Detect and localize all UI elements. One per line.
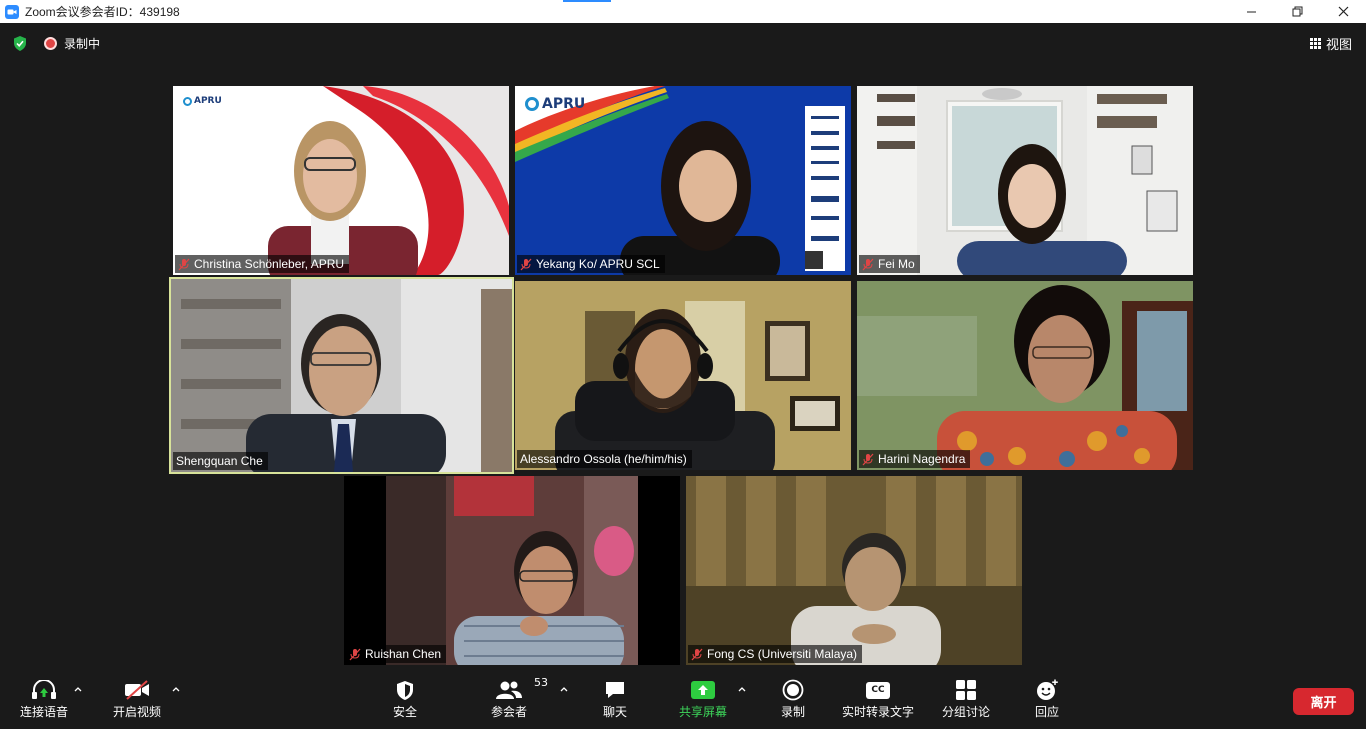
- video-options-chevron-up-icon[interactable]: [172, 685, 180, 693]
- window-title: Zoom会议参会者ID：439198: [25, 5, 180, 19]
- recording-label: 录制中: [64, 37, 101, 51]
- titlebar-accent: [563, 0, 611, 2]
- video-tile-ruishan-chen[interactable]: Ruishan Chen: [344, 476, 680, 665]
- security-button[interactable]: 安全: [393, 679, 417, 720]
- participant-nameplate: Ruishan Chen: [346, 645, 447, 663]
- share-options-chevron-up-icon[interactable]: [738, 685, 746, 693]
- participant-nameplate: Fong CS (Universiti Malaya): [688, 645, 863, 663]
- breakout-rooms-label: 分组讨论: [942, 705, 991, 719]
- reactions-button[interactable]: 回应: [1035, 679, 1059, 720]
- breakout-rooms-icon: [956, 680, 976, 700]
- participant-nameplate: Alessandro Ossola (he/him/his): [517, 450, 692, 468]
- participant-nameplate: Shengquan Che: [173, 452, 268, 470]
- closed-captions-icon: CC: [866, 681, 890, 699]
- zoom-app-icon: [5, 4, 19, 19]
- mic-muted-icon: [691, 648, 703, 660]
- video-off-icon: [125, 680, 149, 700]
- share-screen-icon: [691, 681, 715, 699]
- participants-label: 参会者: [491, 705, 528, 719]
- minimize-button[interactable]: [1228, 0, 1274, 23]
- video-tile-yekang[interactable]: APRU Yekang Ko/ APRU SCL: [515, 86, 851, 275]
- apru-logo-text: APRU: [194, 96, 222, 106]
- view-button[interactable]: 视图: [1309, 34, 1352, 53]
- participant-nameplate: Christina Schönleber, APRU: [175, 255, 350, 273]
- video-tile-shengquan-che[interactable]: Shengquan Che: [169, 277, 514, 474]
- record-icon: [782, 679, 804, 701]
- participant-name: Harini Nagendra: [878, 452, 966, 466]
- chat-button[interactable]: 聊天: [603, 679, 627, 720]
- participant-name: Fei Mo: [878, 257, 915, 271]
- video-tile-alessandro-ossola[interactable]: Alessandro Ossola (he/him/his): [515, 281, 851, 470]
- participant-name: Shengquan Che: [176, 454, 263, 468]
- video-feed: [686, 476, 1022, 665]
- view-label: 视图: [1325, 38, 1352, 53]
- video-tile-fong-cs[interactable]: Fong CS (Universiti Malaya): [686, 476, 1022, 665]
- video-tile-harini-nagendra[interactable]: Harini Nagendra: [857, 281, 1193, 470]
- meeting-topbar: 录制中 视图: [0, 23, 1366, 63]
- participants-button[interactable]: 53 参会者: [491, 676, 548, 720]
- apru-logo: APRU: [183, 96, 222, 106]
- participant-nameplate: Fei Mo: [859, 255, 920, 273]
- reactions-label: 回应: [1035, 705, 1060, 719]
- participant-nameplate: Yekang Ko/ APRU SCL: [517, 255, 665, 273]
- participant-nameplate: Harini Nagendra: [859, 450, 971, 468]
- mic-muted-icon: [520, 258, 532, 270]
- video-tile-fei-mo[interactable]: Fei Mo: [857, 86, 1193, 275]
- join-audio-label: 连接语音: [20, 705, 69, 719]
- video-feed: [515, 281, 851, 470]
- record-button[interactable]: 录制: [781, 679, 805, 720]
- grid-view-icon: [1309, 38, 1321, 49]
- shield-icon: [397, 680, 413, 700]
- chat-label: 聊天: [603, 705, 628, 719]
- video-feed: www.apru.org: [173, 86, 509, 275]
- participants-options-chevron-up-icon[interactable]: [560, 685, 568, 693]
- mic-muted-icon: [862, 453, 874, 465]
- start-video-label: 开启视频: [113, 705, 162, 719]
- live-transcript-button[interactable]: CC 实时转录文字: [842, 679, 914, 720]
- recording-dot-icon: [44, 37, 57, 50]
- headphones-icon: [32, 680, 56, 699]
- live-transcript-label: 实时转录文字: [842, 705, 915, 719]
- breakout-rooms-button[interactable]: 分组讨论: [942, 679, 990, 720]
- participants-count: 53: [534, 676, 548, 689]
- window-titlebar: Zoom会议参会者ID：439198: [0, 0, 1366, 23]
- video-feed: [857, 281, 1193, 470]
- share-screen-button[interactable]: 共享屏幕: [679, 679, 727, 720]
- emoji-reaction-icon: [1037, 679, 1058, 700]
- video-feed: [344, 476, 680, 665]
- video-feed: [515, 86, 851, 275]
- mic-muted-icon: [862, 258, 874, 270]
- video-tile-christina[interactable]: www.apru.org APRU Christina Schönleber, …: [173, 86, 509, 275]
- apru-logo: APRU: [525, 96, 585, 112]
- mic-muted-icon: [349, 648, 361, 660]
- close-button[interactable]: [1320, 0, 1366, 23]
- leave-meeting-button[interactable]: 离开: [1293, 688, 1354, 715]
- join-audio-button[interactable]: 连接语音: [20, 679, 68, 720]
- recording-indicator[interactable]: 录制中: [44, 35, 100, 52]
- mic-muted-icon: [178, 258, 190, 270]
- participant-name: Yekang Ko/ APRU SCL: [536, 257, 660, 271]
- security-label: 安全: [393, 705, 418, 719]
- restore-button[interactable]: [1274, 0, 1320, 23]
- chat-bubble-icon: [606, 682, 624, 698]
- share-screen-label: 共享屏幕: [679, 705, 728, 719]
- record-label: 录制: [781, 705, 806, 719]
- audio-options-chevron-up-icon[interactable]: [74, 685, 82, 693]
- participant-name: Ruishan Chen: [365, 647, 442, 661]
- video-feed: [171, 279, 512, 472]
- participants-icon: [496, 681, 522, 699]
- participant-name: Alessandro Ossola (he/him/his): [520, 452, 687, 466]
- participant-name: Christina Schönleber, APRU: [194, 257, 345, 271]
- start-video-button[interactable]: 开启视频: [113, 679, 161, 720]
- participant-name: Fong CS (Universiti Malaya): [707, 647, 858, 661]
- meeting-toolbar: 连接语音 开启视频 安全 53 参会者 聊天 共享屏幕 录制 CC 实时转录文字…: [0, 669, 1366, 729]
- apru-logo-text: APRU: [542, 96, 586, 112]
- video-feed: [857, 86, 1193, 275]
- encryption-shield-icon[interactable]: [13, 36, 27, 51]
